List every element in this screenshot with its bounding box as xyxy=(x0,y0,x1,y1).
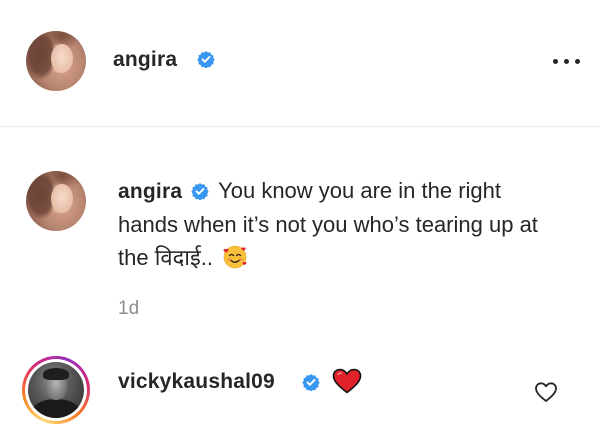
more-options-button[interactable] xyxy=(550,50,584,72)
avatar-shoulders xyxy=(30,398,82,418)
caption-avatar[interactable] xyxy=(26,171,86,231)
post-comments-panel: angira angira You know you are in the ri… xyxy=(0,0,600,429)
avatar-hair xyxy=(42,367,70,380)
avatar-face xyxy=(51,184,73,213)
more-options-icon xyxy=(553,59,558,64)
post-timestamp[interactable]: 1d xyxy=(118,298,139,320)
comment-like-button[interactable] xyxy=(534,381,558,403)
header-avatar[interactable] xyxy=(26,31,86,91)
comment-avatar[interactable] xyxy=(28,362,84,418)
caption: angira You know you are in the right han… xyxy=(118,174,558,274)
header-username[interactable]: angira xyxy=(113,48,177,72)
smiling-face-with-hearts-emoji xyxy=(223,245,247,269)
post-header: angira xyxy=(0,0,600,127)
more-options-icon xyxy=(575,59,580,64)
avatar-face xyxy=(51,44,73,73)
verified-badge-icon xyxy=(191,182,210,200)
verified-badge-icon xyxy=(197,50,215,68)
caption-username[interactable]: angira xyxy=(118,180,182,203)
heart-outline-icon xyxy=(534,382,558,407)
comment-username[interactable]: vickykaushal09 xyxy=(118,370,275,394)
red-heart-emoji xyxy=(332,368,362,394)
verified-badge-icon xyxy=(302,373,320,391)
more-options-icon xyxy=(564,59,569,64)
story-ring[interactable] xyxy=(22,356,90,424)
